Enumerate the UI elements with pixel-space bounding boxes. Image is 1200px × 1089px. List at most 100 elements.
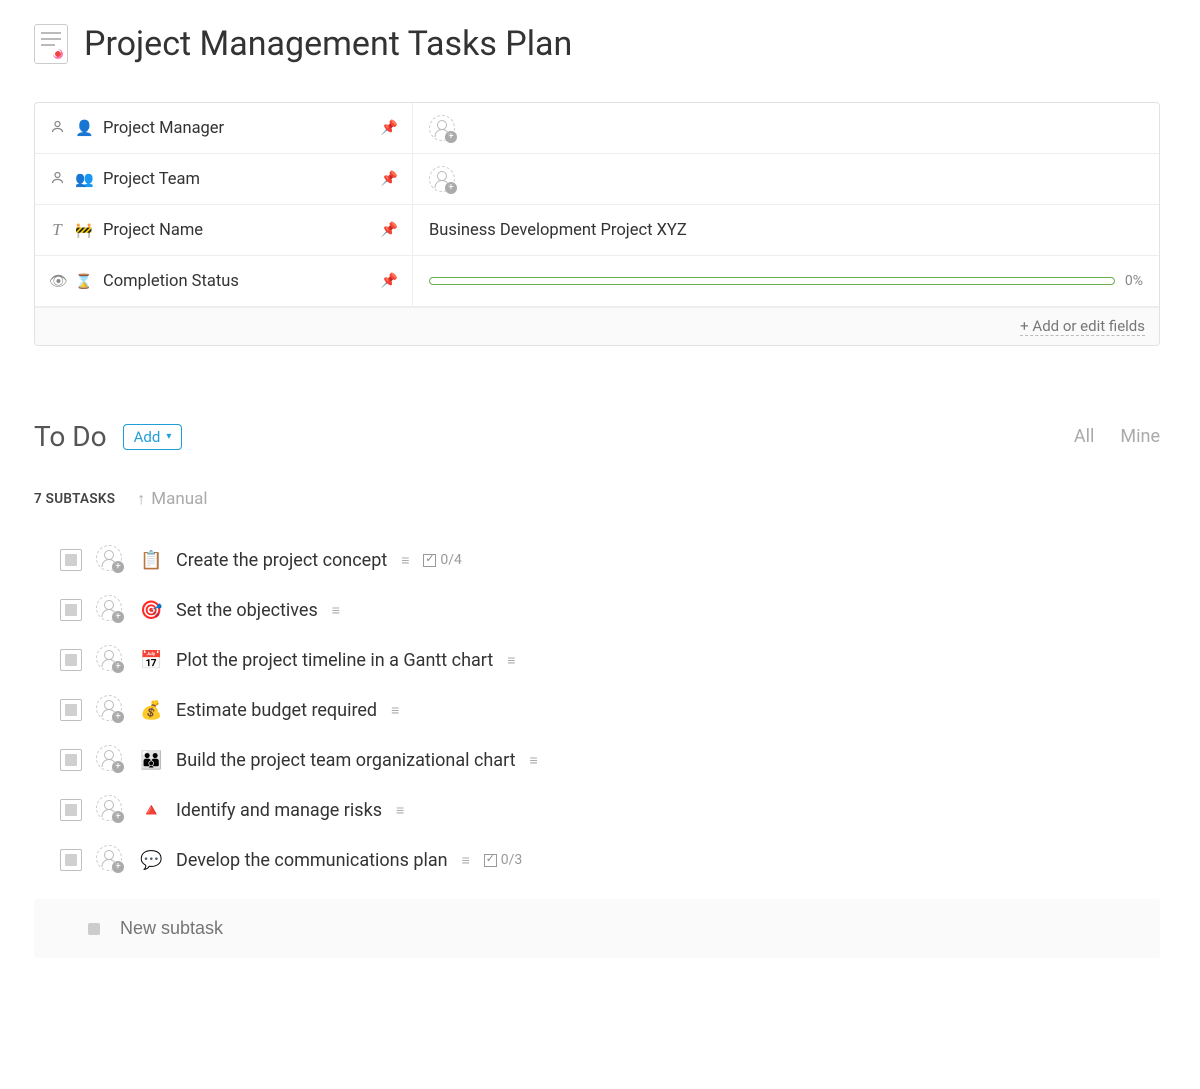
task-list: + 📋 Create the project concept ≡ 0/4 + 🎯 Set th… <box>34 535 1160 885</box>
description-icon[interactable]: ≡ <box>530 752 538 769</box>
task-row[interactable]: + 🎯 Set the objectives ≡ <box>34 585 1160 635</box>
add-assignee-icon[interactable]: + <box>429 166 455 192</box>
add-assignee-icon[interactable]: + <box>96 645 122 671</box>
description-icon[interactable]: ≡ <box>401 552 409 569</box>
assignee-slot[interactable]: + <box>96 745 126 775</box>
new-subtask-icon <box>88 923 100 935</box>
progress-bar <box>429 277 1115 285</box>
add-assignee-icon[interactable]: + <box>96 745 122 771</box>
pin-icon[interactable]: 📌 <box>381 222 398 238</box>
field-row-project-team[interactable]: 👥 Project Team 📌 + <box>35 154 1159 205</box>
add-edit-fields-link[interactable]: + Add or edit fields <box>1020 317 1145 336</box>
subtask-count[interactable]: 0/4 <box>423 552 462 568</box>
description-icon[interactable]: ≡ <box>507 652 515 669</box>
subtask-count-text: 0/3 <box>501 852 523 868</box>
description-icon[interactable]: ≡ <box>391 702 399 719</box>
task-emoji-icon: 💰 <box>140 700 162 721</box>
task-checkbox[interactable] <box>60 699 82 721</box>
task-title[interactable]: Estimate budget required <box>176 700 377 721</box>
task-title[interactable]: Plot the project timeline in a Gantt cha… <box>176 650 493 671</box>
pin-icon[interactable]: 📌 <box>381 120 398 136</box>
field-value[interactable]: + <box>413 115 1159 141</box>
manager-icon: 👤 <box>75 119 93 137</box>
description-icon[interactable]: ≡ <box>462 852 470 869</box>
field-label: Project Team <box>103 170 371 189</box>
assignee-slot[interactable]: + <box>96 595 126 625</box>
task-title[interactable]: Build the project team organizational ch… <box>176 750 516 771</box>
barrier-icon <box>75 221 93 239</box>
task-row[interactable]: + 📋 Create the project concept ≡ 0/4 <box>34 535 1160 585</box>
field-row-completion-status[interactable]: Completion Status 📌 0% <box>35 256 1159 307</box>
person-type-icon <box>49 119 65 138</box>
task-row[interactable]: +💬Develop the communications plan≡0/3 <box>34 835 1160 885</box>
task-title[interactable]: Create the project concept <box>176 550 387 571</box>
add-button[interactable]: Add ▾ <box>123 424 183 450</box>
task-row[interactable]: + 🔺 Identify and manage risks ≡ <box>34 785 1160 835</box>
arrow-up-icon: ↑ <box>137 489 145 509</box>
task-checkbox[interactable] <box>60 599 82 621</box>
add-assignee-icon[interactable]: + <box>96 845 122 871</box>
checklist-icon <box>484 854 497 867</box>
assignee-slot[interactable]: + <box>96 645 126 675</box>
task-title[interactable]: Set the objectives <box>176 600 318 621</box>
todo-section-title: To Do <box>34 420 107 453</box>
filter-all[interactable]: All <box>1074 426 1095 447</box>
task-checkbox[interactable] <box>60 549 82 571</box>
subtask-count[interactable]: 0/3 <box>484 852 523 868</box>
field-label: Project Name <box>103 221 371 240</box>
sort-mode-label: Manual <box>151 489 207 509</box>
field-row-project-name[interactable]: T Project Name 📌 Business Development Pr… <box>35 205 1159 256</box>
page-title: Project Management Tasks Plan <box>84 24 572 64</box>
subtasks-count: 7 SUBTASKS <box>34 491 115 507</box>
new-subtask-input[interactable] <box>118 917 1160 940</box>
description-icon[interactable]: ≡ <box>396 802 404 819</box>
chevron-down-icon: ▾ <box>166 431 171 442</box>
task-emoji-icon: 🎯 <box>140 600 162 621</box>
pin-icon[interactable]: 📌 <box>381 171 398 187</box>
task-checkbox[interactable] <box>60 749 82 771</box>
field-row-project-manager[interactable]: 👤 Project Manager 📌 + <box>35 103 1159 154</box>
fields-panel: 👤 Project Manager 📌 + 👥 Project Team 📌 +… <box>34 102 1160 346</box>
field-value: 0% <box>413 273 1159 289</box>
add-assignee-icon[interactable]: + <box>96 695 122 721</box>
assignee-slot[interactable]: + <box>96 695 126 725</box>
filter-mine[interactable]: Mine <box>1120 426 1160 447</box>
pin-icon[interactable]: 📌 <box>381 273 398 289</box>
formula-type-icon <box>49 272 65 290</box>
text-type-icon: T <box>49 220 65 240</box>
task-emoji-icon: 📅 <box>140 650 162 671</box>
new-subtask-row[interactable] <box>34 899 1160 958</box>
add-assignee-icon[interactable]: + <box>96 595 122 621</box>
task-checkbox[interactable] <box>60 649 82 671</box>
team-icon: 👥 <box>75 170 93 188</box>
task-row[interactable]: + 💰 Estimate budget required ≡ <box>34 685 1160 735</box>
add-button-label: Add <box>134 428 161 446</box>
add-assignee-icon[interactable]: + <box>96 545 122 571</box>
checklist-icon <box>423 554 436 567</box>
task-emoji-icon: 🔺 <box>140 800 162 821</box>
task-checkbox[interactable] <box>60 799 82 821</box>
field-label: Completion Status <box>103 272 371 291</box>
progress-percent: 0% <box>1125 273 1143 289</box>
task-checkbox[interactable] <box>60 849 82 871</box>
project-name-value: Business Development Project XYZ <box>429 221 687 240</box>
assignee-slot[interactable]: + <box>96 795 126 825</box>
field-value[interactable]: + <box>413 166 1159 192</box>
subtask-count-text: 0/4 <box>440 552 462 568</box>
document-icon <box>34 24 68 64</box>
task-emoji-icon: 📋 <box>140 550 162 571</box>
task-title[interactable]: Identify and manage risks <box>176 800 382 821</box>
hourglass-icon <box>75 272 93 290</box>
task-row[interactable]: + 📅 Plot the project timeline in a Gantt c… <box>34 635 1160 685</box>
description-icon[interactable]: ≡ <box>332 602 340 619</box>
field-label: Project Manager <box>103 119 371 138</box>
add-assignee-icon[interactable]: + <box>429 115 455 141</box>
assignee-slot[interactable]: + <box>96 845 126 875</box>
sort-mode[interactable]: ↑ Manual <box>137 489 207 509</box>
task-row[interactable]: +👪Build the project team organizational … <box>34 735 1160 785</box>
field-value[interactable]: Business Development Project XYZ <box>413 221 1159 240</box>
add-assignee-icon[interactable]: + <box>96 795 122 821</box>
task-title[interactable]: Develop the communications plan <box>176 850 448 871</box>
assignee-slot[interactable]: + <box>96 545 126 575</box>
person-type-icon <box>49 170 65 189</box>
